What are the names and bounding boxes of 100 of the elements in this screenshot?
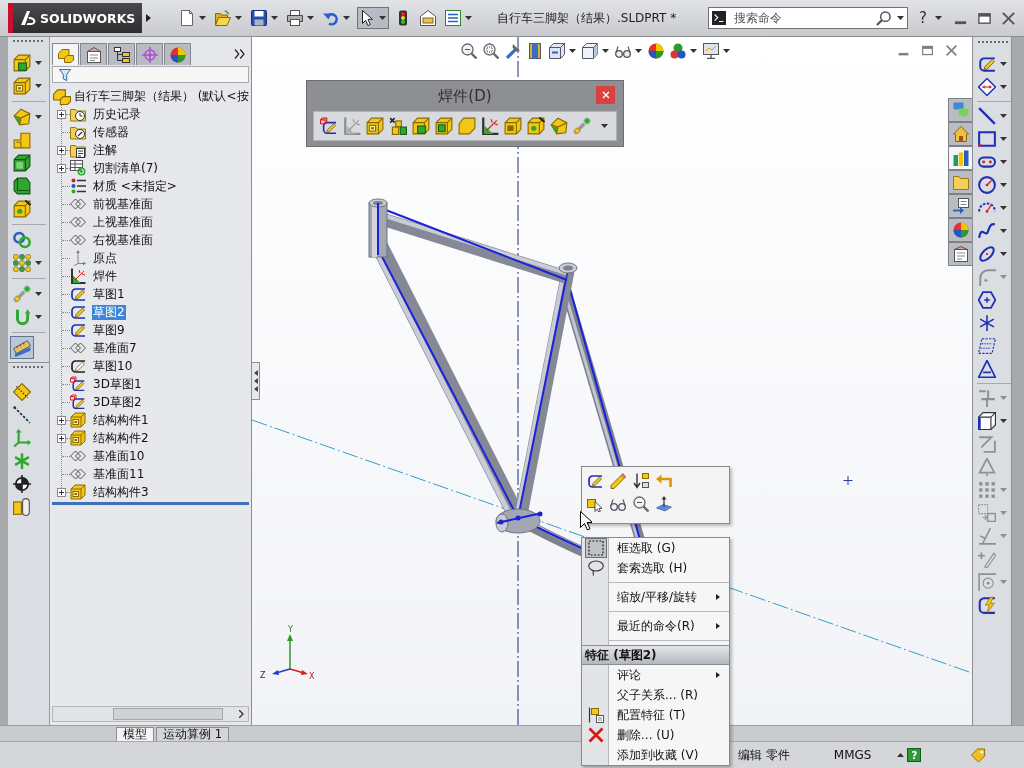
toolbar-button[interactable] bbox=[586, 472, 604, 490]
units-button[interactable]: MMGS bbox=[833, 748, 872, 762]
expand-icon[interactable] bbox=[57, 415, 66, 425]
toolbar-button[interactable] bbox=[648, 43, 664, 59]
toolbar-button[interactable] bbox=[670, 43, 697, 59]
toolbar-button[interactable] bbox=[615, 43, 642, 59]
search-icon[interactable] bbox=[876, 10, 891, 26]
toolbar-button[interactable] bbox=[975, 357, 999, 380]
panel-tab[interactable] bbox=[108, 43, 135, 65]
scroll-thumb[interactable] bbox=[113, 708, 223, 720]
restore-icon[interactable] bbox=[921, 44, 934, 57]
toolbar-button[interactable] bbox=[285, 7, 317, 29]
toolbar-button[interactable] bbox=[975, 409, 1010, 432]
close-button[interactable] bbox=[596, 86, 615, 104]
task-pane-tab[interactable] bbox=[948, 122, 972, 146]
tree-item[interactable]: 草图10 bbox=[92, 358, 134, 374]
tree-item[interactable]: 上视基准面 bbox=[92, 214, 154, 230]
tree-item[interactable]: 注解 bbox=[92, 142, 118, 158]
toolbar-button[interactable] bbox=[703, 43, 730, 59]
toolbar-button[interactable] bbox=[357, 7, 389, 29]
tree-root-label[interactable]: 自行车三脚架（结果） (默认<按 bbox=[74, 87, 249, 105]
toolbar-button[interactable] bbox=[975, 75, 1010, 98]
menu-item[interactable]: 父子关系... (R) bbox=[582, 685, 729, 705]
caret-icon[interactable] bbox=[601, 124, 608, 128]
tree-item[interactable]: 历史记录 bbox=[92, 106, 142, 122]
restore-icon[interactable] bbox=[977, 10, 992, 26]
expand-icon[interactable] bbox=[57, 145, 66, 155]
close-icon[interactable] bbox=[945, 44, 958, 57]
menu-item[interactable]: 缩放/平移/旋转 bbox=[582, 587, 729, 607]
toolbar-button[interactable] bbox=[481, 117, 499, 135]
caret-icon[interactable] bbox=[935, 16, 942, 20]
view-tab[interactable]: 模型 bbox=[116, 727, 154, 741]
tree-item[interactable]: 基准面11 bbox=[92, 466, 146, 482]
tree-item[interactable]: 传感器 bbox=[92, 124, 130, 140]
tree-item[interactable]: 结构构件1 bbox=[92, 412, 150, 428]
close-icon[interactable] bbox=[1001, 10, 1016, 26]
tree-item[interactable]: 基准面10 bbox=[92, 448, 146, 464]
toolbar-button[interactable] bbox=[10, 472, 34, 495]
tree-item[interactable]: 结构构件2 bbox=[92, 430, 150, 446]
toolbar-button[interactable] bbox=[527, 117, 545, 135]
menu-item[interactable]: 评论 bbox=[582, 665, 729, 685]
task-pane-tab[interactable] bbox=[948, 218, 972, 242]
toolbar-button[interactable] bbox=[418, 7, 439, 29]
toolbar-button[interactable] bbox=[249, 7, 281, 29]
toolbar-button[interactable] bbox=[582, 43, 609, 59]
expand-arrow-icon[interactable] bbox=[146, 14, 151, 22]
menu-item[interactable]: 框选取 (G) bbox=[582, 538, 729, 558]
panel-tab[interactable] bbox=[80, 43, 107, 65]
task-pane-tab[interactable] bbox=[948, 194, 972, 218]
caret-icon[interactable] bbox=[897, 16, 904, 20]
toolbar-button[interactable] bbox=[975, 288, 999, 311]
toolbar-button[interactable] bbox=[632, 472, 650, 490]
tree-item[interactable]: 切割清单(7) bbox=[92, 160, 159, 176]
panel-collapse-handle[interactable] bbox=[252, 362, 260, 400]
tree-item[interactable]: 草图1 bbox=[92, 286, 126, 302]
toolbar-button[interactable] bbox=[10, 197, 34, 220]
toolbar-button[interactable] bbox=[320, 117, 338, 135]
task-pane-tab[interactable] bbox=[948, 146, 972, 170]
menu-item[interactable]: 删除... (U) bbox=[582, 725, 729, 745]
tree-item[interactable]: 3D草图1 bbox=[92, 376, 143, 392]
search-box[interactable]: 搜索命令 bbox=[708, 7, 908, 29]
property-sheet-icon bbox=[85, 46, 102, 63]
tree-item[interactable]: 焊件 bbox=[92, 268, 118, 284]
toolbar-button[interactable] bbox=[975, 173, 1010, 196]
help-button[interactable]: ? bbox=[907, 748, 922, 762]
tree-item[interactable]: 草图9 bbox=[92, 322, 126, 338]
help-button[interactable]: ? bbox=[915, 9, 931, 27]
tree-item[interactable]: 3D草图2 bbox=[92, 394, 143, 410]
toolbar-button[interactable] bbox=[10, 151, 34, 174]
toolbar-button[interactable] bbox=[10, 174, 34, 197]
menu-item[interactable]: 添加到收藏 (V) bbox=[582, 745, 729, 765]
tag-icon[interactable] bbox=[971, 747, 987, 763]
toolbar-button[interactable] bbox=[527, 43, 543, 59]
tree-item[interactable]: 草图2 bbox=[92, 304, 126, 320]
tree-item[interactable]: 前视基准面 bbox=[92, 196, 154, 212]
toolbar-button[interactable] bbox=[549, 43, 576, 59]
menu-item[interactable]: 配置特征 (T) bbox=[582, 705, 729, 725]
double-chevron-icon[interactable] bbox=[234, 48, 245, 60]
view-tab[interactable]: 运动算例 1 bbox=[156, 727, 229, 741]
expand-icon[interactable] bbox=[57, 109, 66, 119]
tree-item[interactable]: 结构构件3 bbox=[92, 484, 150, 500]
expand-icon[interactable] bbox=[57, 487, 66, 497]
tree-item[interactable]: 原点 bbox=[92, 250, 118, 266]
sketch-bolt-icon bbox=[978, 595, 996, 614]
tree-item[interactable]: 材质 <未指定> bbox=[92, 178, 178, 194]
horizontal-scrollbar[interactable] bbox=[52, 706, 249, 722]
expand-icon[interactable] bbox=[57, 433, 66, 443]
expand-icon[interactable] bbox=[57, 163, 66, 173]
menu-item[interactable]: 最近的命令(R) bbox=[582, 616, 729, 636]
toolbar-button[interactable] bbox=[389, 117, 407, 135]
task-pane-tab[interactable] bbox=[948, 242, 972, 266]
search-field[interactable]: 搜索命令 bbox=[730, 9, 872, 27]
filter-field[interactable] bbox=[52, 66, 249, 83]
menu-item[interactable]: 套索选取 (H) bbox=[582, 558, 729, 578]
caret-icon[interactable] bbox=[897, 753, 905, 757]
sketch-point bbox=[498, 519, 504, 525]
tree-item[interactable]: 基准面7 bbox=[92, 340, 138, 356]
tree-item[interactable]: 右视基准面 bbox=[92, 232, 154, 248]
toolbar-button[interactable] bbox=[655, 495, 673, 513]
toolbar-button[interactable] bbox=[443, 7, 475, 29]
